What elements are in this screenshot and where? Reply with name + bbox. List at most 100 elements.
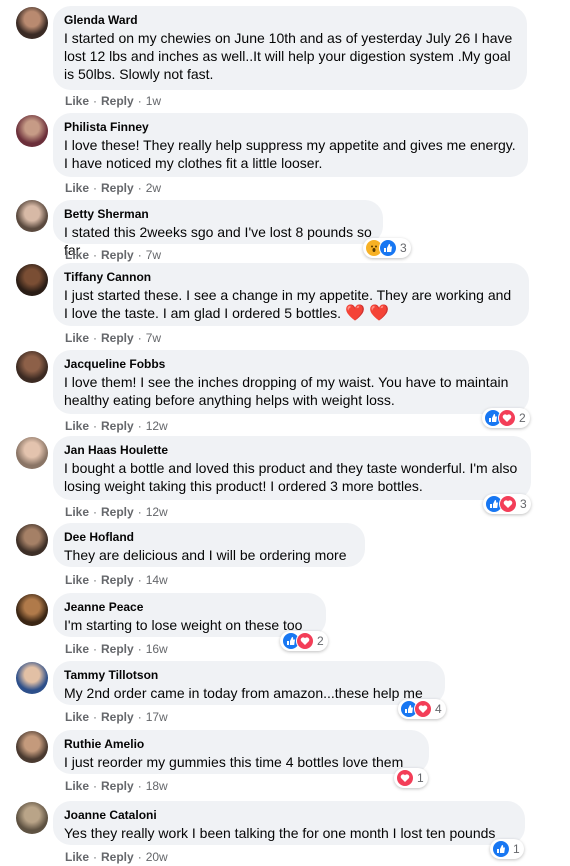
reaction-summary[interactable]: 1: [490, 839, 524, 859]
comment-author[interactable]: Tammy Tillotson: [64, 668, 434, 683]
like-reaction-icon: [492, 840, 510, 858]
comment-bubble: Joanne Cataloni Yes they really work I b…: [53, 801, 525, 845]
separator-dot: ·: [137, 181, 142, 195]
avatar[interactable]: [16, 802, 48, 834]
comment-author[interactable]: Ruthie Amelio: [64, 737, 418, 752]
comment-author[interactable]: Glenda Ward: [64, 13, 516, 28]
avatar[interactable]: [16, 351, 48, 383]
avatar[interactable]: [16, 7, 48, 39]
avatar[interactable]: [16, 115, 48, 147]
comment-bubble: Jeanne Peace I'm starting to lose weight…: [53, 593, 326, 637]
separator-dot: ·: [93, 419, 98, 433]
reply-link[interactable]: Reply: [101, 710, 134, 724]
comment-actions: Like · Reply · 12w: [65, 419, 168, 433]
separator-dot: ·: [137, 505, 142, 519]
avatar[interactable]: [16, 731, 48, 763]
reply-link[interactable]: Reply: [101, 248, 134, 262]
comment-author[interactable]: Dee Hofland: [64, 530, 354, 545]
comment-text: Yes they really work I been talking the …: [64, 825, 496, 841]
comment-text: I'm starting to lose weight on these too: [64, 617, 303, 633]
reaction-count: 1: [513, 842, 520, 856]
like-link[interactable]: Like: [65, 94, 89, 108]
reaction-count: 4: [435, 702, 442, 716]
reply-link[interactable]: Reply: [101, 419, 134, 433]
reaction-summary[interactable]: 2: [280, 631, 328, 651]
like-link[interactable]: Like: [65, 505, 89, 519]
comment-actions: Like · Reply · 17w: [65, 710, 168, 724]
comment-actions: Like · Reply · 18w: [65, 779, 168, 793]
comment-bubble: Tammy Tillotson My 2nd order came in tod…: [53, 661, 445, 705]
reaction-summary[interactable]: 3: [483, 494, 531, 514]
separator-dot: ·: [93, 573, 98, 587]
reply-link[interactable]: Reply: [101, 181, 134, 195]
love-reaction-icon: [499, 495, 517, 513]
comment-text: My 2nd order came in today from amazon..…: [64, 685, 423, 701]
like-link[interactable]: Like: [65, 248, 89, 262]
avatar[interactable]: [16, 524, 48, 556]
separator-dot: ·: [137, 779, 142, 793]
reaction-summary[interactable]: 2: [482, 408, 530, 428]
comment-actions: Like · Reply · 7w: [65, 331, 161, 345]
comment-text: I started on my chewies on June 10th and…: [64, 30, 513, 82]
avatar[interactable]: [16, 662, 48, 694]
like-link[interactable]: Like: [65, 779, 89, 793]
like-link[interactable]: Like: [65, 331, 89, 345]
separator-dot: ·: [93, 248, 98, 262]
comment-time[interactable]: 7w: [146, 248, 161, 262]
comment-time[interactable]: 7w: [146, 331, 161, 345]
comment-author[interactable]: Betty Sherman: [64, 207, 372, 222]
reaction-summary[interactable]: 4: [398, 699, 446, 719]
avatar[interactable]: [16, 264, 48, 296]
separator-dot: ·: [93, 94, 98, 108]
comment-time[interactable]: 14w: [146, 573, 168, 587]
comment-bubble: Glenda Ward I started on my chewies on J…: [53, 6, 527, 90]
comment-author[interactable]: Jeanne Peace: [64, 600, 315, 615]
like-link[interactable]: Like: [65, 710, 89, 724]
comment-time[interactable]: 17w: [146, 710, 168, 724]
reaction-count: 3: [400, 241, 407, 255]
reply-link[interactable]: Reply: [101, 94, 134, 108]
comment-author[interactable]: Philista Finney: [64, 120, 517, 135]
separator-dot: ·: [93, 505, 98, 519]
like-link[interactable]: Like: [65, 181, 89, 195]
avatar[interactable]: [16, 594, 48, 626]
reaction-summary[interactable]: 3: [363, 238, 411, 258]
like-link[interactable]: Like: [65, 573, 89, 587]
avatar[interactable]: [16, 437, 48, 469]
comment-author[interactable]: Jan Haas Houlette: [64, 443, 520, 458]
comment-text-body: I just started these. I see a change in …: [64, 287, 512, 321]
reply-link[interactable]: Reply: [101, 573, 134, 587]
comment-text: I love these! They really help suppress …: [64, 137, 516, 171]
like-link[interactable]: Like: [65, 419, 89, 433]
comment-time[interactable]: 16w: [146, 642, 168, 656]
avatar[interactable]: [16, 200, 48, 232]
comment-time[interactable]: 1w: [146, 94, 161, 108]
comment-actions: Like · Reply · 2w: [65, 181, 161, 195]
separator-dot: ·: [93, 642, 98, 656]
comment-text: I bought a bottle and loved this product…: [64, 460, 518, 494]
like-link[interactable]: Like: [65, 642, 89, 656]
reply-link[interactable]: Reply: [101, 331, 134, 345]
comment-text: I just reorder my gummies this time 4 bo…: [64, 754, 404, 770]
separator-dot: ·: [137, 419, 142, 433]
comment-time[interactable]: 20w: [146, 850, 168, 864]
separator-dot: ·: [93, 779, 98, 793]
reply-link[interactable]: Reply: [101, 779, 134, 793]
comment-text: They are delicious and I will be orderin…: [64, 547, 347, 563]
reply-link[interactable]: Reply: [101, 850, 134, 864]
comment-time[interactable]: 12w: [146, 419, 168, 433]
hearts-emoji: ❤️ ❤️: [344, 305, 390, 322]
comment-time[interactable]: 18w: [146, 779, 168, 793]
comment-time[interactable]: 12w: [146, 505, 168, 519]
separator-dot: ·: [93, 710, 98, 724]
separator-dot: ·: [137, 331, 142, 345]
comment-author[interactable]: Jacqueline Fobbs: [64, 357, 518, 372]
comment-time[interactable]: 2w: [146, 181, 161, 195]
comment-author[interactable]: Joanne Cataloni: [64, 808, 514, 823]
reply-link[interactable]: Reply: [101, 642, 134, 656]
comment-actions: Like · Reply · 20w: [65, 850, 168, 864]
reaction-summary[interactable]: 1: [394, 768, 428, 788]
like-link[interactable]: Like: [65, 850, 89, 864]
comment-author[interactable]: Tiffany Cannon: [64, 270, 518, 285]
reply-link[interactable]: Reply: [101, 505, 134, 519]
